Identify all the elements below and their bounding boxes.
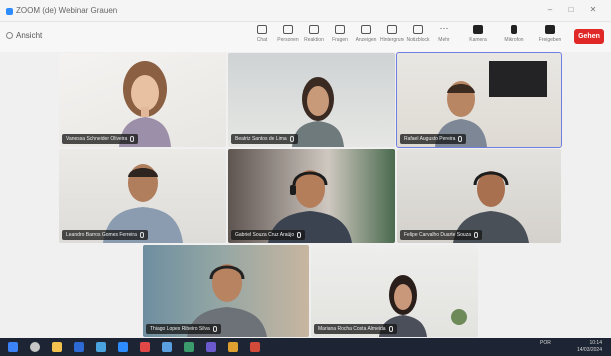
video-tile[interactable]: Mariana Rocha Costa Almeida [311, 245, 478, 337]
chat-icon [257, 25, 267, 34]
toolbar-label: Fragen [332, 37, 348, 43]
video-tile[interactable]: Gabriel Souza Cruz Araújo [228, 149, 395, 243]
participant-name: Vanessa Schneider Oliveira [62, 134, 139, 144]
toolbar-label: Notizblock [406, 37, 430, 43]
os-taskbar: POR 10:14 14/03/2024 [0, 338, 611, 356]
app-icon[interactable] [184, 342, 194, 352]
toolbar-view[interactable]: Anzeigen [354, 25, 378, 51]
browser-icon[interactable] [74, 342, 84, 352]
video-gallery: Vanessa Schneider Oliveira Beatriz Santo… [0, 52, 611, 338]
toolbar-label: Freigeben [538, 37, 562, 43]
zoom-logo-icon [6, 8, 13, 15]
microphone-icon [388, 326, 393, 332]
participant-name: Leandro Barros Gomes Ferreira [62, 230, 148, 240]
notes-icon [413, 25, 423, 34]
toolbar-share[interactable]: Freigeben [538, 25, 562, 51]
participant-name: Mariana Rocha Costa Almeida [314, 324, 397, 334]
participant-name: Beatriz Santos de Lima [231, 134, 298, 144]
meeting-toolbar: Ansicht Chat Personen Reaktion Fragen An… [0, 22, 611, 52]
view-label: Ansicht [16, 31, 43, 40]
microphone-icon [458, 136, 463, 142]
app-icon[interactable] [250, 342, 260, 352]
clock-date: 14/03/2024 [576, 347, 602, 353]
video-tile-active-speaker[interactable]: Rafael Augusto Pereira [396, 52, 562, 148]
toolbar-people[interactable]: Personen [276, 25, 300, 51]
video-tile[interactable]: Felipe Carvalho Duarte Souza [397, 149, 561, 243]
clock[interactable]: 10:14 14/03/2024 [562, 340, 602, 354]
video-tile[interactable]: Beatriz Santos de Lima [228, 53, 395, 147]
more-icon: ⋯ [439, 23, 449, 33]
mail-icon[interactable] [96, 342, 106, 352]
view-button[interactable]: Ansicht [6, 31, 42, 40]
microphone-icon [139, 232, 144, 238]
participant-name: Thiago Lopes Ribeiro Silva [146, 324, 221, 334]
video-tile[interactable]: Thiago Lopes Ribeiro Silva [143, 245, 309, 337]
toolbar-chat[interactable]: Chat [250, 25, 274, 51]
participant-video [453, 171, 529, 243]
participant-video [268, 170, 352, 243]
toolbar-label: Chat [256, 37, 268, 43]
view-icon [361, 25, 371, 34]
search-icon[interactable] [30, 342, 40, 352]
zoom-app-icon[interactable] [118, 342, 128, 352]
app-icon[interactable] [162, 342, 172, 352]
participant-name: Rafael Augusto Pereira [400, 134, 467, 144]
start-icon[interactable] [8, 342, 18, 352]
microphone-icon [511, 25, 517, 34]
people-icon [283, 25, 293, 34]
participant-name: Felipe Carvalho Duarte Souza [400, 230, 482, 240]
toolbar-background[interactable]: Hintergrund [380, 25, 404, 51]
toolbar-label: Mehr [438, 37, 450, 43]
toolbar-label: Anzeigen [355, 37, 377, 43]
microphone-icon [212, 326, 217, 332]
maximize-icon[interactable]: □ [566, 5, 576, 15]
teams-icon[interactable] [206, 342, 216, 352]
zoom-meeting-window: ZOOM (de) Webinar Grauen – □ ✕ Ansicht C… [0, 0, 611, 356]
toolbar-label: Personen [277, 37, 299, 43]
microphone-icon [473, 232, 478, 238]
window-title: ZOOM (de) Webinar Grauen [16, 6, 118, 15]
app-icon[interactable] [140, 342, 150, 352]
toolbar-reaction[interactable]: Reaktion [302, 25, 326, 51]
video-tile[interactable]: Leandro Barros Gomes Ferreira [59, 149, 226, 243]
share-icon [545, 25, 555, 34]
title-bar: ZOOM (de) Webinar Grauen – □ ✕ [0, 0, 611, 22]
reaction-icon [309, 25, 319, 34]
toolbar-label: Reaktion [304, 37, 324, 43]
language-indicator[interactable]: POR [540, 340, 551, 347]
view-icon [6, 32, 13, 39]
background-icon [387, 25, 397, 34]
close-icon[interactable]: ✕ [588, 5, 598, 15]
toolbar-label: Hintergrund [380, 37, 404, 43]
toolbar-camera[interactable]: Kamera [466, 25, 490, 51]
toolbar-more[interactable]: ⋯ Mehr [432, 23, 456, 51]
microphone-icon [289, 136, 294, 142]
question-icon [335, 25, 345, 34]
video-tile[interactable]: Vanessa Schneider Oliveira [59, 53, 226, 147]
file-explorer-icon[interactable] [52, 342, 62, 352]
app-icon[interactable] [228, 342, 238, 352]
toolbar-notes[interactable]: Notizblock [406, 25, 430, 51]
toolbar-label: Mikrofon [504, 37, 524, 43]
camera-icon [473, 25, 483, 34]
toolbar-label: Kamera [469, 37, 487, 43]
participant-video [103, 164, 183, 243]
toolbar-questions[interactable]: Fragen [328, 25, 352, 51]
participant-video [292, 77, 344, 147]
leave-button[interactable]: Gehen [574, 29, 604, 44]
minimize-icon[interactable]: – [545, 5, 555, 15]
participant-name: Gabriel Souza Cruz Araújo [231, 230, 306, 240]
microphone-icon [130, 136, 135, 142]
clock-time: 10:14 [589, 340, 602, 346]
participant-video [119, 61, 171, 147]
toolbar-microphone[interactable]: Mikrofon [502, 25, 526, 51]
participant-video [435, 61, 547, 147]
microphone-icon [297, 232, 302, 238]
